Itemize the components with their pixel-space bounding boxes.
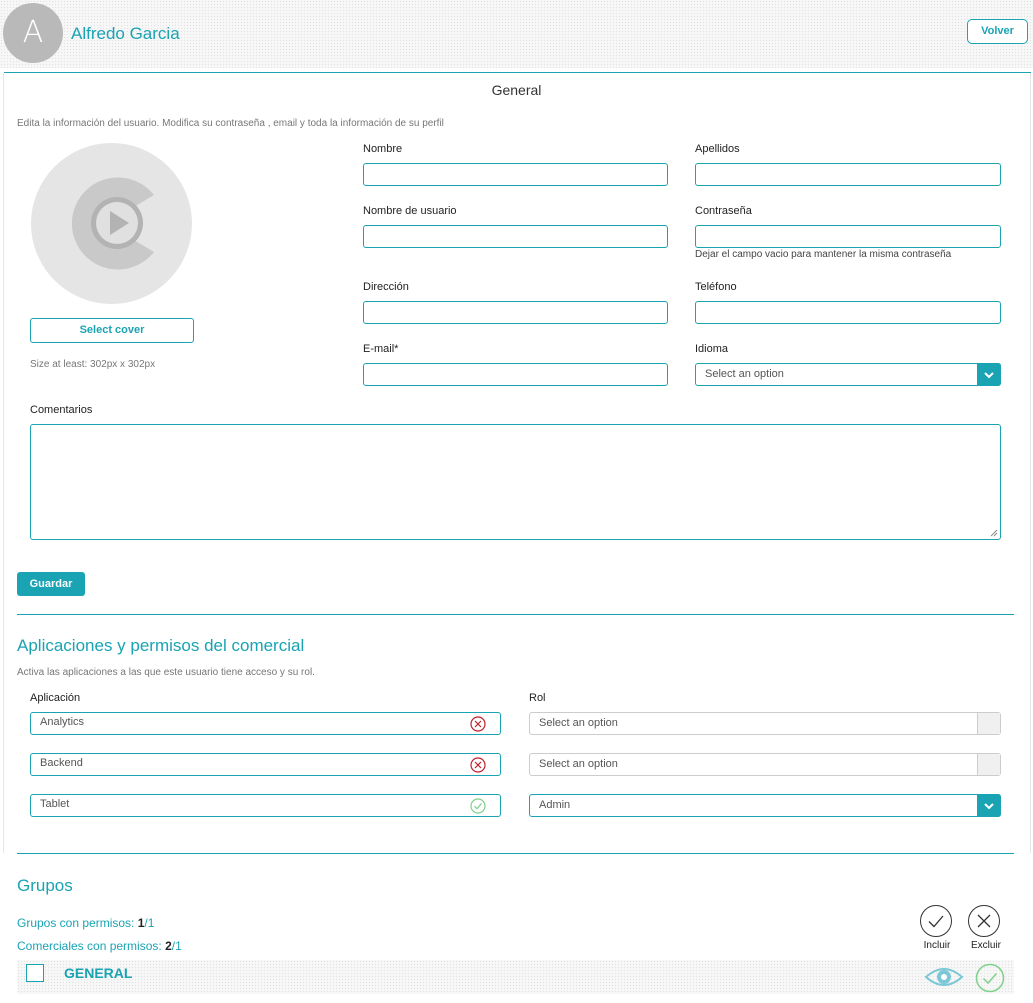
role-select-value: Select an option — [539, 717, 618, 729]
panel-border-right — [1030, 73, 1031, 853]
cover-placeholder-icon — [71, 177, 154, 270]
commercials-total-count: /1 — [171, 939, 182, 953]
eye-icon[interactable] — [924, 963, 964, 996]
email-label: E-mail* — [363, 343, 399, 355]
resize-handle-icon[interactable] — [990, 529, 998, 537]
close-icon — [977, 914, 991, 928]
remove-circle-icon[interactable] — [470, 757, 486, 773]
commercials-with-permissions: Comerciales con permisos: 2/1 — [17, 939, 182, 953]
app-field-backend: Backend — [30, 753, 501, 776]
group-checkbox[interactable] — [26, 964, 44, 982]
telefono-label: Teléfono — [695, 281, 737, 293]
apps-section-title: Aplicaciones y permisos del comercial — [17, 636, 305, 655]
groups-total-count: /1 — [144, 916, 155, 930]
usuario-label: Nombre de usuario — [363, 205, 457, 217]
back-button[interactable]: Volver — [967, 19, 1028, 44]
comentarios-label: Comentarios — [30, 404, 93, 416]
cover-image — [31, 143, 192, 304]
cover-size-hint: Size at least: 302px x 302px — [30, 359, 156, 370]
panel-border-left — [3, 73, 4, 853]
contrasena-label: Contraseña — [695, 205, 752, 217]
select-cover-button[interactable]: Select cover — [30, 318, 194, 343]
direccion-input[interactable] — [363, 301, 668, 324]
usuario-input[interactable] — [363, 225, 668, 248]
exclude-button[interactable] — [968, 905, 1000, 937]
apellidos-label: Apellidos — [695, 143, 740, 155]
section-divider — [17, 614, 1014, 615]
apps-description: Activa las aplicaciones a las que este u… — [17, 667, 315, 678]
section-title-general: General — [491, 82, 542, 98]
save-button[interactable]: Guardar — [17, 572, 85, 596]
nombre-label: Nombre — [363, 143, 403, 155]
role-column-header: Rol — [529, 692, 546, 704]
role-select-value: Select an option — [539, 758, 618, 770]
remove-circle-icon[interactable] — [470, 716, 486, 732]
groups-with-permissions: Grupos con permisos: 1/1 — [17, 916, 154, 930]
commercials-label: Comerciales con permisos: — [17, 939, 162, 953]
user-name: Alfredo Garcia — [71, 24, 180, 43]
app-field-tablet: Tablet — [30, 794, 501, 817]
include-button[interactable] — [920, 905, 952, 937]
role-select-backend[interactable]: Select an option — [529, 753, 1001, 776]
idioma-label: Idioma — [695, 343, 729, 355]
role-select-tablet[interactable]: Admin — [529, 794, 1001, 817]
app-name: Analytics — [40, 716, 85, 728]
app-name: Tablet — [40, 798, 70, 810]
exclude-label: Excluir — [970, 940, 1001, 951]
contrasena-input[interactable] — [695, 225, 1001, 248]
app-field-analytics: Analytics — [30, 712, 501, 735]
select-arrow-disabled — [977, 754, 1000, 775]
telefono-input[interactable] — [695, 301, 1001, 324]
section-divider — [17, 853, 1014, 854]
direccion-label: Dirección — [363, 281, 409, 293]
groups-section-title: Grupos — [17, 876, 73, 895]
check-icon — [928, 915, 944, 928]
group-row: GENERAL — [17, 960, 1014, 994]
groups-label: Grupos con permisos: — [17, 916, 135, 930]
contrasena-hint: Dejar el campo vacio para mantener la mi… — [695, 249, 952, 260]
email-input[interactable] — [363, 363, 668, 386]
general-description: Edita la información del usuario. Modifi… — [17, 118, 444, 129]
role-select-analytics[interactable]: Select an option — [529, 712, 1001, 735]
comentarios-textarea[interactable] — [30, 424, 1001, 540]
check-circle-icon[interactable] — [470, 798, 486, 814]
commercials-selected-count: 2 — [165, 939, 172, 953]
user-header: A Alfredo Garcia Volver — [0, 0, 1033, 68]
include-label: Incluir — [923, 940, 951, 951]
idioma-select[interactable]: Select an option — [695, 363, 1001, 386]
apellidos-input[interactable] — [695, 163, 1001, 186]
select-arrow-disabled — [977, 713, 1000, 734]
check-circle-icon[interactable] — [975, 963, 1005, 998]
role-select-value: Admin — [539, 799, 571, 811]
avatar: A — [3, 3, 63, 63]
idioma-select-value: Select an option — [705, 368, 784, 380]
app-name: Backend — [40, 757, 83, 769]
header-divider — [4, 72, 1031, 73]
chevron-down-icon[interactable] — [977, 794, 1001, 817]
nombre-input[interactable] — [363, 163, 668, 186]
chevron-down-icon[interactable] — [977, 363, 1001, 386]
app-column-header: Aplicación — [30, 692, 81, 704]
group-name: GENERAL — [64, 965, 133, 981]
